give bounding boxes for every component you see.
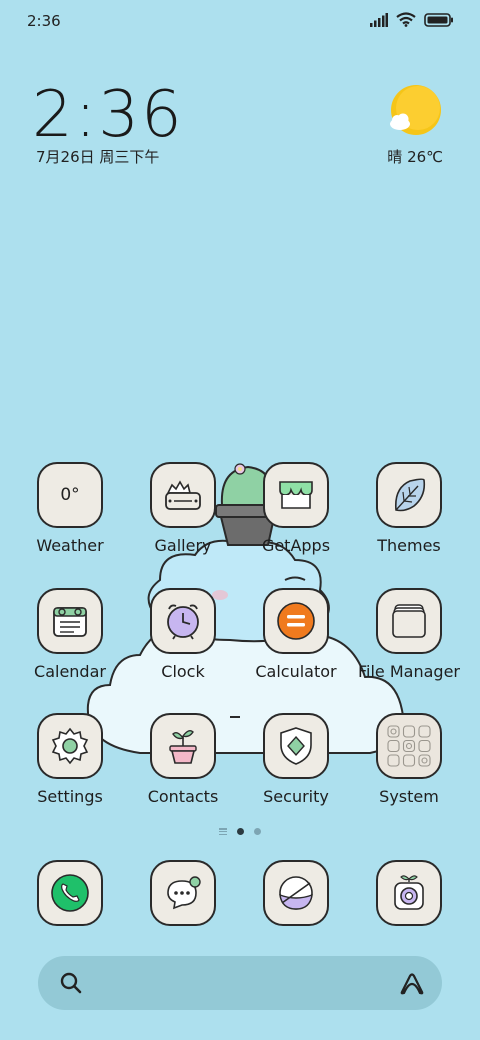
camera-icon xyxy=(376,860,442,926)
sun-cloud-icon xyxy=(390,85,441,135)
app-calculator[interactable]: Calculator xyxy=(241,588,351,681)
clock-widget-time[interactable]: 2:36 xyxy=(32,78,184,152)
browser-icon xyxy=(263,860,329,926)
getapps-icon xyxy=(263,462,329,528)
settings-icon xyxy=(37,713,103,779)
app-security[interactable]: Security xyxy=(241,713,351,806)
dock-messages[interactable] xyxy=(150,860,216,926)
app-drawer-indicator[interactable] xyxy=(219,828,227,835)
app-getapps[interactable]: GetApps xyxy=(241,462,351,555)
clock-icon xyxy=(150,588,216,654)
status-icons xyxy=(370,12,454,27)
messages-icon xyxy=(150,860,216,926)
app-themes[interactable]: Themes xyxy=(354,462,464,555)
themes-icon xyxy=(376,462,442,528)
app-clock[interactable]: Clock xyxy=(128,588,238,681)
app-label: Settings xyxy=(37,787,103,806)
weather-icon: 0° xyxy=(37,462,103,528)
app-label: Gallery xyxy=(154,536,212,555)
assistant-icon[interactable] xyxy=(398,970,426,996)
signal-icon xyxy=(370,12,388,27)
gallery-icon xyxy=(150,462,216,528)
dock-camera[interactable] xyxy=(376,860,442,926)
app-contacts[interactable]: Contacts xyxy=(128,713,238,806)
app-label: File Manager xyxy=(358,662,460,681)
calendar-icon xyxy=(37,588,103,654)
clock-widget-date: 7月26日 周三下午 xyxy=(36,148,160,166)
page-dot-active[interactable] xyxy=(237,828,244,835)
dock-phone[interactable] xyxy=(37,860,103,926)
app-label: Calendar xyxy=(34,662,106,681)
weather-widget[interactable] xyxy=(388,84,444,144)
app-label: Contacts xyxy=(147,787,219,806)
phone-icon xyxy=(37,860,103,926)
app-label: System xyxy=(379,787,439,806)
page-indicator[interactable] xyxy=(0,828,480,835)
app-weather[interactable]: 0° Weather xyxy=(15,462,125,555)
app-label: Clock xyxy=(161,662,205,681)
security-icon xyxy=(263,713,329,779)
search-bar[interactable] xyxy=(38,956,442,1010)
app-settings[interactable]: Settings xyxy=(15,713,125,806)
app-file-manager[interactable]: File Manager xyxy=(354,588,464,681)
wifi-icon xyxy=(396,12,416,27)
app-label: Security xyxy=(263,787,329,806)
weather-icon-glyph: 0° xyxy=(60,485,80,505)
weather-widget-text: 晴 26℃ xyxy=(387,148,443,166)
system-folder-icon xyxy=(376,713,442,779)
status-time: 2:36 xyxy=(27,12,61,30)
app-label: Calculator xyxy=(255,662,337,681)
app-calendar[interactable]: Calendar xyxy=(15,588,125,681)
app-folder-system[interactable]: System xyxy=(354,713,464,806)
status-bar: 2:36 xyxy=(0,0,480,44)
app-label: GetApps xyxy=(261,536,331,555)
dock-browser[interactable] xyxy=(263,860,329,926)
page-dot[interactable] xyxy=(254,828,261,835)
calculator-icon xyxy=(263,588,329,654)
app-label: Themes xyxy=(377,536,441,555)
battery-icon xyxy=(424,12,453,27)
search-icon xyxy=(60,972,82,994)
file-manager-icon xyxy=(376,588,442,654)
app-label: Weather xyxy=(36,536,104,555)
app-gallery[interactable]: Gallery xyxy=(128,462,238,555)
contacts-icon xyxy=(150,713,216,779)
